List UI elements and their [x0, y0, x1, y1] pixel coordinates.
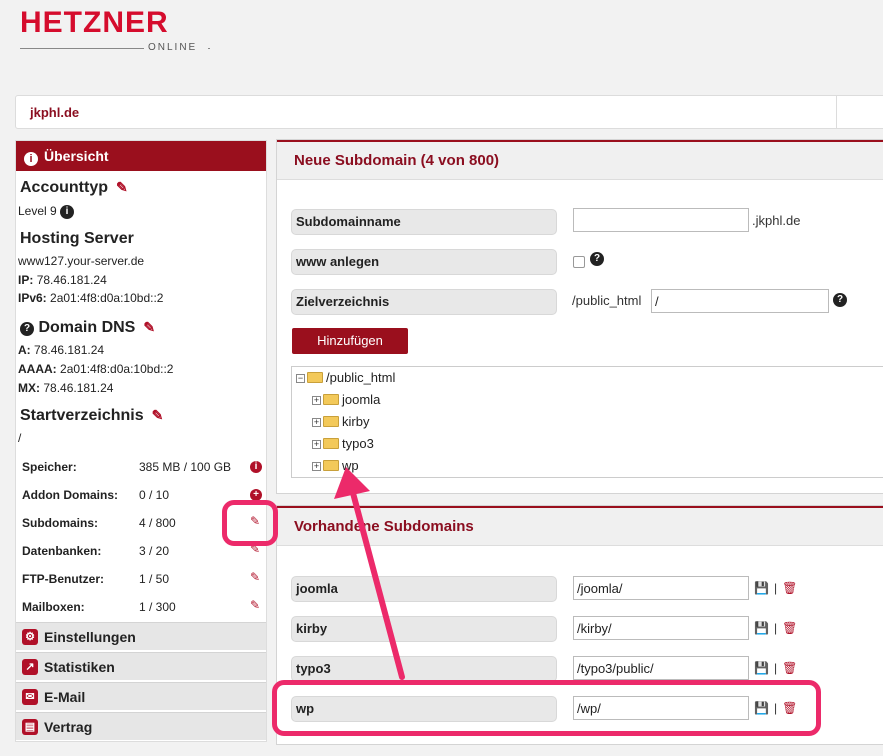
- logo-text: HETZNER: [20, 6, 169, 39]
- directory-tree: −/public_html + joomla + kirby + typo3 + wp: [291, 366, 883, 478]
- startverzeichnis-title: Startverzeichnis ✎: [20, 407, 164, 424]
- target-prefix: /public_html: [572, 293, 642, 308]
- hosting-host: www127.your-server.de: [18, 254, 145, 268]
- subdomain-path-input[interactable]: [573, 576, 749, 600]
- folder-icon: [323, 438, 339, 449]
- sidebar: i Übersicht Accounttyp ✎ Level 9 i Hosting…: [15, 140, 267, 742]
- highlight-box-subdomains: [222, 500, 278, 546]
- expand-icon: +: [312, 395, 321, 405]
- logo-subtext: ONLINE: [148, 42, 198, 53]
- save-icon[interactable]: 💾: [754, 581, 769, 595]
- sidebar-header[interactable]: i Übersicht: [16, 141, 266, 171]
- www-label: www anlegen: [291, 249, 557, 275]
- account-level: Level 9 i: [18, 204, 75, 219]
- hosting-ip: IP: 78.46.181.24: [18, 273, 107, 287]
- edit-pencil-icon[interactable]: ✎: [143, 319, 155, 336]
- hetzner-logo: HETZNER ONLINE: [20, 6, 210, 53]
- add-button[interactable]: Hinzufügen: [292, 328, 408, 354]
- subdomainname-input[interactable]: [573, 208, 749, 232]
- help-icon[interactable]: ?: [833, 293, 847, 307]
- tree-node-root[interactable]: −/public_html: [296, 369, 395, 387]
- help-icon[interactable]: ?: [20, 322, 34, 336]
- stat-ftp-benutzer: FTP-Benutzer: 1 / 50 ✎: [22, 570, 261, 586]
- zielverzeichnis-label: Zielverzeichnis: [291, 289, 557, 315]
- trash-icon[interactable]: 🗑: [782, 661, 797, 675]
- folder-open-icon: [307, 372, 323, 383]
- expand-icon: +: [312, 461, 321, 471]
- new-subdomain-panel: Neue Subdomain (4 von 800) Subdomainname…: [276, 139, 883, 494]
- help-icon[interactable]: ?: [590, 252, 604, 266]
- dns-aaaa: AAAA: 2a01:4f8:d0a:10bd::2: [18, 362, 174, 376]
- domain-name: jkphl.de: [30, 105, 80, 120]
- chart-icon: ↗: [22, 659, 38, 675]
- gears-icon: ⚙: [22, 629, 38, 645]
- nav-einstellungen[interactable]: ⚙ Einstellungen: [16, 622, 266, 650]
- nav-email[interactable]: ✉ E-Mail: [16, 682, 266, 710]
- nav-statistiken[interactable]: ↗ Statistiken: [16, 652, 266, 680]
- edit-pencil-icon[interactable]: ✎: [250, 598, 260, 612]
- tree-node[interactable]: + typo3: [312, 435, 374, 453]
- folder-icon: [323, 394, 339, 405]
- www-checkbox[interactable]: [573, 256, 585, 268]
- expand-icon: +: [312, 417, 321, 427]
- edit-pencil-icon[interactable]: ✎: [250, 570, 260, 584]
- edit-pencil-icon[interactable]: ✎: [152, 407, 164, 424]
- nav-vertrag[interactable]: ▤ Vertrag: [16, 712, 266, 740]
- hosting-server-title: Hosting Server: [20, 230, 134, 247]
- subdomain-path-input[interactable]: [573, 616, 749, 640]
- zielverzeichnis-input[interactable]: [651, 289, 829, 313]
- info-icon: i: [250, 461, 262, 473]
- tree-node[interactable]: + joomla: [312, 391, 380, 409]
- info-icon[interactable]: i: [60, 205, 75, 219]
- subdomainname-label: Subdomainname: [291, 209, 557, 235]
- trash-icon[interactable]: 🗑: [782, 581, 797, 595]
- expand-icon: +: [312, 439, 321, 449]
- info-icon: i: [24, 152, 38, 166]
- document-icon: ▤: [22, 719, 38, 735]
- highlight-box-wp-row: [272, 680, 821, 736]
- hosting-ipv6: IPv6: 2a01:4f8:d0a:10bd::2: [18, 291, 164, 305]
- dns-a: A: 78.46.181.24: [18, 343, 105, 357]
- domain-dns-title: ? Domain DNS ✎: [20, 319, 155, 337]
- startverzeichnis-value: /: [18, 431, 22, 445]
- save-icon[interactable]: 💾: [754, 621, 769, 635]
- annotation-arrow: [334, 467, 405, 680]
- domain-suffix: .jkphl.de: [752, 213, 801, 228]
- folder-icon: [323, 416, 339, 427]
- new-subdomain-title: Neue Subdomain (4 von 800): [277, 140, 883, 180]
- dns-mx: MX: 78.46.181.24: [18, 381, 114, 395]
- envelope-icon: ✉: [22, 689, 38, 705]
- save-icon[interactable]: 💾: [754, 661, 769, 675]
- tree-node[interactable]: + kirby: [312, 413, 369, 431]
- stat-mailboxen: Mailboxen: 1 / 300 ✎: [22, 598, 261, 614]
- subdomain-path-input[interactable]: [573, 656, 749, 680]
- collapse-icon: −: [296, 373, 305, 383]
- edit-pencil-icon[interactable]: ✎: [116, 179, 128, 196]
- trash-icon[interactable]: 🗑: [782, 621, 797, 635]
- domain-bar[interactable]: jkphl.de: [15, 95, 883, 129]
- accounttyp-title: Accounttyp ✎: [20, 179, 128, 196]
- stat-speicher: Speicher: 385 MB / 100 GB i: [22, 453, 262, 481]
